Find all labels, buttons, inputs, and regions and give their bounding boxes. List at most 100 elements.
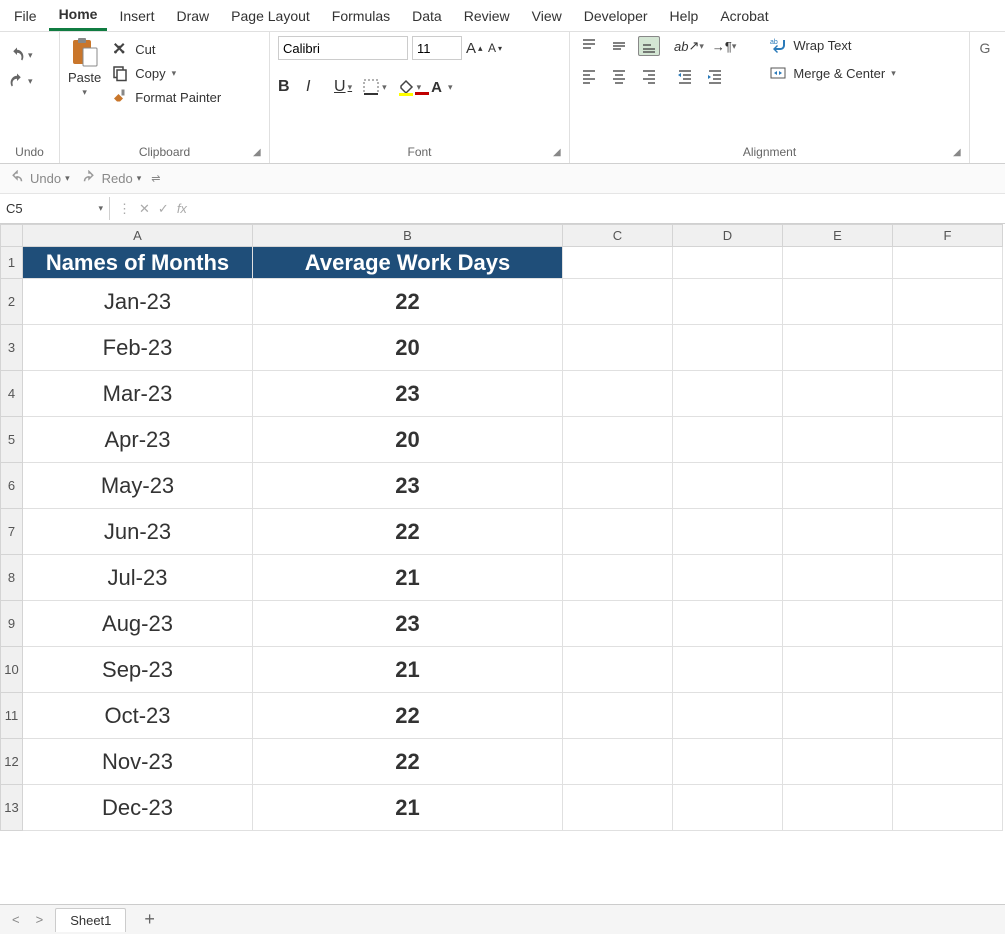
align-middle-button[interactable]	[608, 36, 630, 56]
menu-developer[interactable]: Developer	[574, 2, 658, 30]
cell[interactable]: Oct-23	[23, 693, 253, 739]
cell[interactable]	[563, 647, 673, 693]
cell[interactable]	[893, 325, 1003, 371]
tab-nav-prev[interactable]: <	[8, 908, 24, 931]
cell[interactable]: Jan-23	[23, 279, 253, 325]
qat-redo-button[interactable]: Redo ▾	[80, 170, 142, 188]
cell[interactable]	[893, 647, 1003, 693]
align-center-button[interactable]	[608, 66, 630, 86]
cell[interactable]	[783, 693, 893, 739]
cancel-formula-button[interactable]: ✕	[139, 201, 150, 217]
cell[interactable]	[893, 247, 1003, 279]
cell[interactable]: 20	[253, 417, 563, 463]
worksheet-grid[interactable]: A B C D E F 1 Names of Months Average Wo…	[0, 224, 1005, 864]
fx-icon[interactable]: fx	[177, 201, 187, 216]
col-header-A[interactable]: A	[23, 225, 253, 247]
col-header-E[interactable]: E	[783, 225, 893, 247]
cut-button[interactable]: Cut	[111, 40, 221, 58]
select-all-corner[interactable]	[1, 225, 23, 247]
decrease-font-button[interactable]: A▾	[488, 41, 506, 55]
alignment-launcher[interactable]: ◢	[953, 147, 967, 161]
col-header-B[interactable]: B	[253, 225, 563, 247]
row-header[interactable]: 10	[1, 647, 23, 693]
merge-center-button[interactable]: Merge & Center ▾	[769, 64, 895, 82]
font-name-input[interactable]	[278, 36, 408, 60]
cell[interactable]: 22	[253, 693, 563, 739]
cell[interactable]: 21	[253, 647, 563, 693]
cell[interactable]	[673, 739, 783, 785]
qat-customize[interactable]: ⇌	[151, 172, 160, 185]
row-header[interactable]: 1	[1, 247, 23, 279]
undo-button[interactable]: ▾	[8, 46, 33, 64]
confirm-formula-button[interactable]: ✓	[158, 201, 169, 217]
cell[interactable]: Apr-23	[23, 417, 253, 463]
cell[interactable]	[893, 417, 1003, 463]
row-header[interactable]: 8	[1, 555, 23, 601]
cell[interactable]	[783, 279, 893, 325]
number-format-general[interactable]: G	[980, 40, 991, 56]
align-bottom-button[interactable]	[638, 36, 660, 56]
row-header[interactable]: 11	[1, 693, 23, 739]
cell[interactable]	[893, 601, 1003, 647]
cell[interactable]	[893, 555, 1003, 601]
cell[interactable]	[673, 247, 783, 279]
cell[interactable]	[673, 325, 783, 371]
orientation-button[interactable]: ab↗▾	[674, 36, 704, 56]
cell[interactable]: Feb-23	[23, 325, 253, 371]
cell[interactable]	[893, 463, 1003, 509]
ltr-button[interactable]: →¶▾	[712, 36, 737, 56]
row-header[interactable]: 13	[1, 785, 23, 831]
cell[interactable]	[563, 247, 673, 279]
increase-font-button[interactable]: A▴	[466, 40, 484, 57]
cell[interactable]	[563, 371, 673, 417]
cell[interactable]	[563, 279, 673, 325]
cell[interactable]	[893, 279, 1003, 325]
cell[interactable]	[673, 555, 783, 601]
menu-help[interactable]: Help	[660, 2, 709, 30]
cell[interactable]	[783, 371, 893, 417]
cell[interactable]	[673, 647, 783, 693]
cell[interactable]: Average Work Days	[253, 247, 563, 279]
cell[interactable]: 23	[253, 463, 563, 509]
font-size-input[interactable]	[412, 36, 462, 60]
cell[interactable]	[673, 509, 783, 555]
cell[interactable]	[783, 247, 893, 279]
cell[interactable]	[893, 739, 1003, 785]
cell[interactable]: Aug-23	[23, 601, 253, 647]
cell[interactable]	[783, 509, 893, 555]
col-header-F[interactable]: F	[893, 225, 1003, 247]
align-top-button[interactable]	[578, 36, 600, 56]
italic-button[interactable]: I	[306, 78, 324, 96]
menu-insert[interactable]: Insert	[109, 2, 164, 30]
row-header[interactable]: 7	[1, 509, 23, 555]
cell[interactable]	[783, 785, 893, 831]
cell[interactable]: 22	[253, 279, 563, 325]
cell[interactable]: 23	[253, 601, 563, 647]
clipboard-launcher[interactable]: ◢	[253, 147, 267, 161]
col-header-D[interactable]: D	[673, 225, 783, 247]
row-header[interactable]: 12	[1, 739, 23, 785]
col-header-C[interactable]: C	[563, 225, 673, 247]
cell[interactable]	[783, 555, 893, 601]
row-header[interactable]: 2	[1, 279, 23, 325]
cell[interactable]	[563, 463, 673, 509]
cell[interactable]	[563, 693, 673, 739]
tab-nav-next[interactable]: >	[32, 908, 48, 931]
cell[interactable]: Names of Months	[23, 247, 253, 279]
cell[interactable]: 22	[253, 509, 563, 555]
cell[interactable]: Sep-23	[23, 647, 253, 693]
menu-view[interactable]: View	[522, 2, 572, 30]
cell[interactable]: 21	[253, 555, 563, 601]
cell[interactable]	[673, 785, 783, 831]
borders-button[interactable]: ▾	[362, 78, 387, 96]
cell[interactable]	[563, 509, 673, 555]
cell[interactable]	[783, 601, 893, 647]
menu-data[interactable]: Data	[402, 2, 452, 30]
paste-button[interactable]: Paste ▾	[68, 36, 101, 98]
cell[interactable]: 22	[253, 739, 563, 785]
cell[interactable]	[893, 785, 1003, 831]
cell[interactable]: 21	[253, 785, 563, 831]
menu-home[interactable]: Home	[49, 0, 108, 31]
cell[interactable]	[783, 325, 893, 371]
cell[interactable]	[563, 417, 673, 463]
